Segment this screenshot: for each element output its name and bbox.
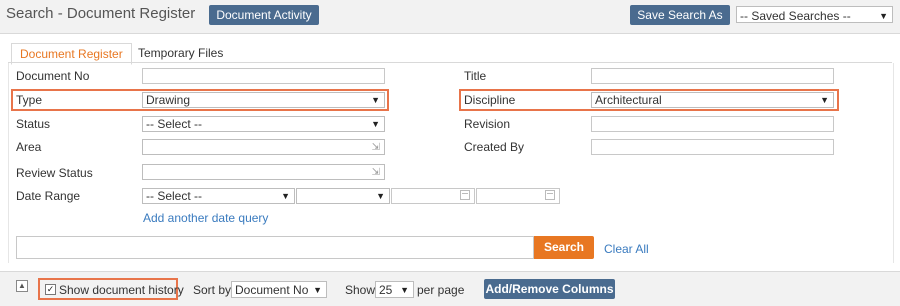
search-button[interactable]: Search (534, 236, 594, 259)
area-label: Area (16, 140, 42, 154)
page-title: Search - Document Register (6, 5, 196, 22)
chevron-down-icon: ▼ (371, 119, 380, 129)
saved-searches-value: -- Saved Searches -- (740, 9, 851, 23)
show-history-label: Show document history (59, 283, 184, 297)
clear-select-icon: ⇲ (371, 142, 380, 153)
sort-by-value: Document No (235, 283, 309, 297)
top-bar: Search - Document Register Document Acti… (0, 0, 900, 34)
save-search-as-button[interactable]: Save Search As (630, 5, 730, 25)
document-no-input[interactable] (142, 68, 385, 84)
chevron-down-icon: ▼ (371, 95, 380, 105)
calendar-icon[interactable] (460, 190, 470, 200)
area-multiselect[interactable]: ⇲ (142, 139, 385, 155)
date-from-input[interactable] (391, 188, 475, 204)
keyword-search-input[interactable] (16, 236, 534, 259)
type-value: Drawing (146, 93, 191, 107)
review-status-multiselect[interactable]: ⇲ (142, 164, 385, 180)
document-no-label: Document No (16, 69, 90, 83)
tab-label: Temporary Files (138, 46, 224, 60)
saved-searches-select[interactable]: -- Saved Searches -- ▼ (736, 6, 893, 23)
per-page-label: per page (417, 283, 465, 297)
type-label: Type (16, 93, 43, 107)
tab-temporary-files[interactable]: Temporary Files (130, 43, 231, 63)
sort-by-select[interactable]: Document No ▼ (231, 281, 327, 298)
revision-input[interactable] (591, 116, 834, 132)
discipline-label: Discipline (464, 93, 516, 107)
discipline-value: Architectural (595, 93, 662, 107)
chevron-down-icon: ▼ (281, 191, 290, 201)
discipline-select[interactable]: Architectural ▼ (591, 92, 834, 108)
title-label: Title (464, 69, 487, 83)
clear-select-icon: ⇲ (371, 167, 380, 178)
status-select[interactable]: -- Select -- ▼ (142, 116, 385, 132)
add-date-query-link[interactable]: Add another date query (143, 211, 268, 225)
status-value: -- Select -- (146, 117, 203, 131)
page-size-select[interactable]: 25 ▼ (375, 281, 414, 298)
chevron-down-icon: ▼ (820, 95, 829, 105)
title-input[interactable] (591, 68, 834, 84)
created-by-input[interactable] (591, 139, 834, 155)
chevron-down-icon: ▼ (400, 285, 409, 295)
status-label: Status (16, 117, 51, 131)
clear-all-link[interactable]: Clear All (604, 242, 649, 256)
show-label: Show (345, 283, 376, 297)
chevron-down-icon: ▼ (879, 11, 888, 21)
review-status-label: Review Status (16, 166, 93, 180)
chevron-down-icon: ▼ (313, 285, 322, 295)
sort-by-label: Sort by (193, 283, 232, 297)
triangle-up-icon[interactable]: ▲ (16, 280, 28, 292)
created-by-label: Created By (464, 140, 525, 154)
page-size-value: 25 (379, 283, 393, 297)
date-range-field-select[interactable]: -- Select -- ▼ (142, 188, 295, 204)
document-activity-button[interactable]: Document Activity (209, 5, 319, 25)
date-to-input[interactable] (476, 188, 560, 204)
revision-label: Revision (464, 117, 511, 131)
date-range-operator-select[interactable]: ▼ (296, 188, 390, 204)
date-range-value: -- Select -- (146, 189, 203, 203)
calendar-icon[interactable] (545, 190, 555, 200)
chevron-down-icon: ▼ (376, 191, 385, 201)
add-remove-columns-button[interactable]: Add/Remove Columns (484, 279, 615, 299)
date-range-label: Date Range (16, 189, 81, 203)
tab-label: Document Register (20, 47, 123, 61)
type-select[interactable]: Drawing ▼ (142, 92, 385, 108)
show-history-checkbox[interactable]: ✓ (45, 284, 56, 295)
